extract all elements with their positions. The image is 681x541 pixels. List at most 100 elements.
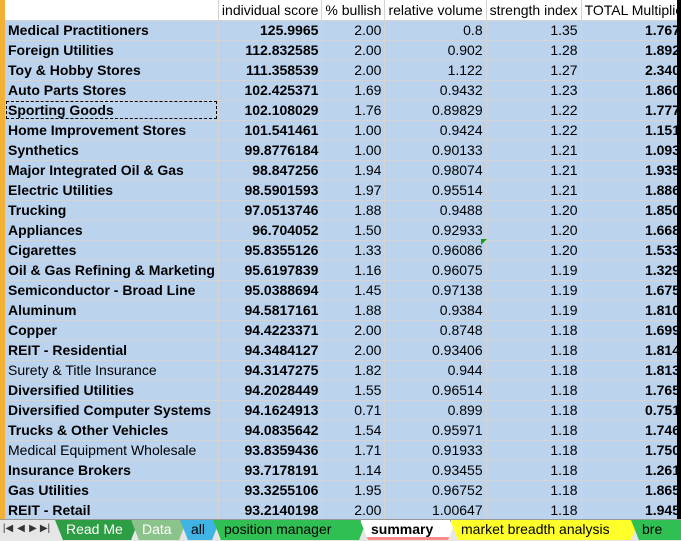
cell-bullish[interactable]: 1.14 — [321, 460, 386, 481]
cell-bullish[interactable]: 1.00 — [321, 120, 386, 141]
cell-relvol[interactable]: 1.122 — [384, 60, 487, 81]
cell-name[interactable]: Toy & Hobby Stores — [5, 60, 219, 81]
cell-score[interactable]: 99.8776184 — [218, 140, 323, 161]
cell-relvol[interactable]: 0.95971 — [384, 420, 487, 441]
cell-name[interactable]: Major Integrated Oil & Gas — [5, 160, 219, 181]
cell-name[interactable]: Synthetics — [5, 140, 219, 161]
cell-score[interactable]: 94.3484127 — [218, 340, 323, 361]
first-sheet-icon[interactable]: |◀ — [2, 523, 14, 534]
cell-total[interactable]: 1.7508 — [581, 440, 681, 461]
cell-strength[interactable]: 1.19 — [486, 280, 582, 301]
cell-score[interactable]: 93.2140198 — [218, 500, 323, 519]
cell-relvol[interactable]: 0.9384 — [384, 300, 487, 321]
cell-bullish[interactable]: 1.88 — [321, 200, 386, 221]
cell-strength[interactable]: 1.21 — [486, 140, 582, 161]
cell-bullish[interactable]: 1.95 — [321, 480, 386, 501]
cell-bullish[interactable]: 0.71 — [321, 400, 386, 421]
cell-total[interactable]: 1.8925 — [581, 40, 681, 61]
cell-name[interactable]: Trucking — [5, 200, 219, 221]
cell-score[interactable]: 98.5901593 — [218, 180, 323, 201]
cell-relvol[interactable]: 0.98074 — [384, 160, 487, 181]
header-cell-total[interactable]: TOTAL Multiplier — [581, 0, 681, 21]
cell-name[interactable]: Foreign Utilities — [5, 40, 219, 61]
cell-bullish[interactable]: 1.76 — [321, 100, 386, 121]
cell-relvol[interactable]: 0.9424 — [384, 120, 487, 141]
cell-bullish[interactable]: 1.16 — [321, 260, 386, 281]
cell-bullish[interactable]: 1.45 — [321, 280, 386, 301]
cell-score[interactable]: 102.108029 — [218, 100, 323, 121]
cell-relvol[interactable]: 0.92933 — [384, 220, 487, 241]
sheet-tab-bre[interactable]: bre — [631, 520, 681, 540]
cell-strength[interactable]: 1.22 — [486, 100, 582, 121]
cell-bullish[interactable]: 2.00 — [321, 500, 386, 519]
cell-strength[interactable]: 1.18 — [486, 380, 582, 401]
cell-name[interactable]: REIT - Retail — [5, 500, 219, 519]
cell-bullish[interactable]: 1.00 — [321, 140, 386, 161]
cell-score[interactable]: 97.0513746 — [218, 200, 323, 221]
cell-strength[interactable]: 1.27 — [486, 60, 582, 81]
cell-score[interactable]: 111.358539 — [218, 60, 323, 81]
cell-score[interactable]: 98.847256 — [218, 160, 323, 181]
cell-name[interactable]: Semiconductor - Broad Line — [5, 280, 219, 301]
cell-relvol[interactable]: 0.96752 — [384, 480, 487, 501]
cell-strength[interactable]: 1.18 — [486, 460, 582, 481]
cell-name[interactable]: REIT - Residential — [5, 340, 219, 361]
cell-bullish[interactable]: 1.88 — [321, 300, 386, 321]
cell-relvol[interactable]: 0.944 — [384, 360, 487, 381]
cell-name[interactable]: Diversified Computer Systems — [5, 400, 219, 421]
cell-relvol[interactable]: 0.96086 — [384, 240, 487, 261]
cell-total[interactable]: 1.7656 — [581, 380, 681, 401]
cell-bullish[interactable]: 1.50 — [321, 220, 386, 241]
cell-relvol[interactable]: 0.9488 — [384, 200, 487, 221]
cell-score[interactable]: 93.7178191 — [218, 460, 323, 481]
header-cell-strength[interactable]: strength index — [486, 0, 582, 21]
cell-score[interactable]: 102.425371 — [218, 80, 323, 101]
cell-bullish[interactable]: 1.71 — [321, 440, 386, 461]
cell-total[interactable]: 1.6757 — [581, 280, 681, 301]
cell-name[interactable]: Appliances — [5, 220, 219, 241]
cell-name[interactable]: Medical Practitioners — [5, 20, 219, 41]
cell-strength[interactable]: 1.19 — [486, 300, 582, 321]
prev-sheet-icon[interactable]: ◀ — [15, 523, 27, 534]
cell-total[interactable]: 0.7510 — [581, 400, 681, 421]
cell-total[interactable]: 1.7777 — [581, 100, 681, 121]
cell-relvol[interactable]: 0.93455 — [384, 460, 487, 481]
cell-total[interactable]: 1.7468 — [581, 420, 681, 441]
cell-name[interactable]: Diversified Utilities — [5, 380, 219, 401]
cell-strength[interactable]: 1.18 — [486, 340, 582, 361]
cell-bullish[interactable]: 2.00 — [321, 20, 386, 41]
cell-bullish[interactable]: 1.82 — [321, 360, 386, 381]
cell-score[interactable]: 112.832585 — [218, 40, 323, 61]
cell-relvol[interactable]: 0.91933 — [384, 440, 487, 461]
cell-strength[interactable]: 1.18 — [486, 360, 582, 381]
cell-strength[interactable]: 1.20 — [486, 240, 582, 261]
cell-bullish[interactable]: 1.69 — [321, 80, 386, 101]
cell-total[interactable]: 1.3298 — [581, 260, 681, 281]
cell-total[interactable]: 1.8862 — [581, 180, 681, 201]
cell-name[interactable]: Medical Equipment Wholesale — [5, 440, 219, 461]
cell-relvol[interactable]: 0.8748 — [384, 320, 487, 341]
sheet-tab-read-me[interactable]: Read Me — [55, 520, 139, 540]
cell-total[interactable]: 1.9455 — [581, 500, 681, 519]
cell-relvol[interactable]: 0.90133 — [384, 140, 487, 161]
sheet-tab-data[interactable]: Data — [131, 520, 187, 540]
cell-strength[interactable]: 1.20 — [486, 200, 582, 221]
cell-total[interactable]: 1.5330 — [581, 240, 681, 261]
sheet-tab-summary[interactable]: summary — [360, 520, 456, 540]
cell-score[interactable]: 94.0835642 — [218, 420, 323, 441]
cell-total[interactable]: 1.8108 — [581, 300, 681, 321]
cell-relvol[interactable]: 0.96514 — [384, 380, 487, 401]
cell-strength[interactable]: 1.18 — [486, 440, 582, 461]
cell-relvol[interactable]: 0.8 — [384, 20, 487, 41]
cell-name[interactable]: Trucks & Other Vehicles — [5, 420, 219, 441]
cell-relvol[interactable]: 0.96075 — [384, 260, 487, 281]
cell-total[interactable]: 2.3402 — [581, 60, 681, 81]
cell-total[interactable]: 1.6680 — [581, 220, 681, 241]
cell-strength[interactable]: 1.18 — [486, 500, 582, 519]
cell-strength[interactable]: 1.19 — [486, 260, 582, 281]
next-sheet-icon[interactable]: ▶ — [27, 523, 39, 534]
sheet-tab-all[interactable]: all — [180, 520, 220, 540]
cell-score[interactable]: 101.541461 — [218, 120, 323, 141]
cell-relvol[interactable]: 1.00647 — [384, 500, 487, 519]
cell-total[interactable]: 1.9357 — [581, 160, 681, 181]
